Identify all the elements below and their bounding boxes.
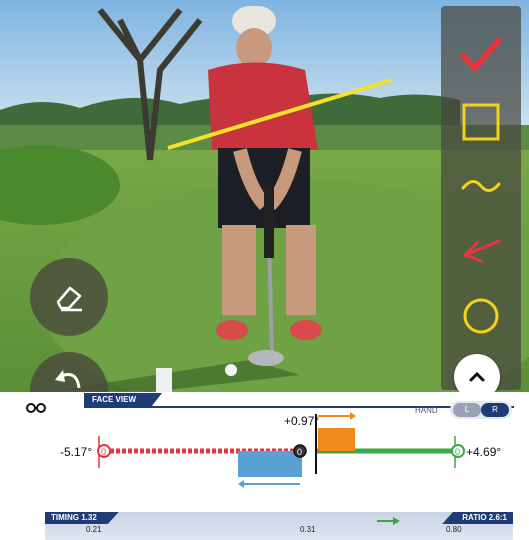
impact-bar [318,428,355,451]
eraser-button[interactable] [30,258,108,336]
downswing-time: 0.31 [300,525,316,534]
follow-through-time: 0.80 [446,525,462,534]
svg-text:0: 0 [101,447,106,457]
collapse-button[interactable] [454,354,500,392]
svg-text:0: 0 [297,447,302,457]
ratio-label: RATIO 2.6:1 [442,512,513,524]
face-view-tab[interactable]: FACE VIEW [84,393,163,407]
forward-arrow-icon [377,517,400,525]
arrow-icon [463,239,501,263]
circle-tool[interactable] [441,288,521,344]
closed-angle-label: +4.69° [466,445,502,459]
arrow-tool[interactable] [441,222,521,278]
wave-icon [461,180,501,192]
undo-icon [55,370,81,389]
square-icon [462,103,500,141]
check-tool[interactable] [441,26,521,82]
curve-tool[interactable] [441,158,521,214]
drawing-toolbar [441,6,521,390]
timing-bar [45,512,513,540]
address-bar [238,451,302,477]
svg-text:0: 0 [455,447,460,457]
open-angle-label: -5.17° [60,445,93,459]
impact-angle-label: +0.97° [284,414,320,428]
eraser-icon [56,286,82,312]
face-view-panel: FACE VIEW HAND L R 0 0 0 -5.17° +4.69° +… [0,392,529,540]
circle-icon [463,298,499,334]
video-frame[interactable] [0,0,529,392]
rectangle-tool[interactable] [441,94,521,150]
timing-label: TIMING 1.32 [45,512,119,524]
backswing-time: 0.21 [86,525,102,534]
checkmark-icon [460,37,502,73]
chevron-up-icon [469,371,485,382]
